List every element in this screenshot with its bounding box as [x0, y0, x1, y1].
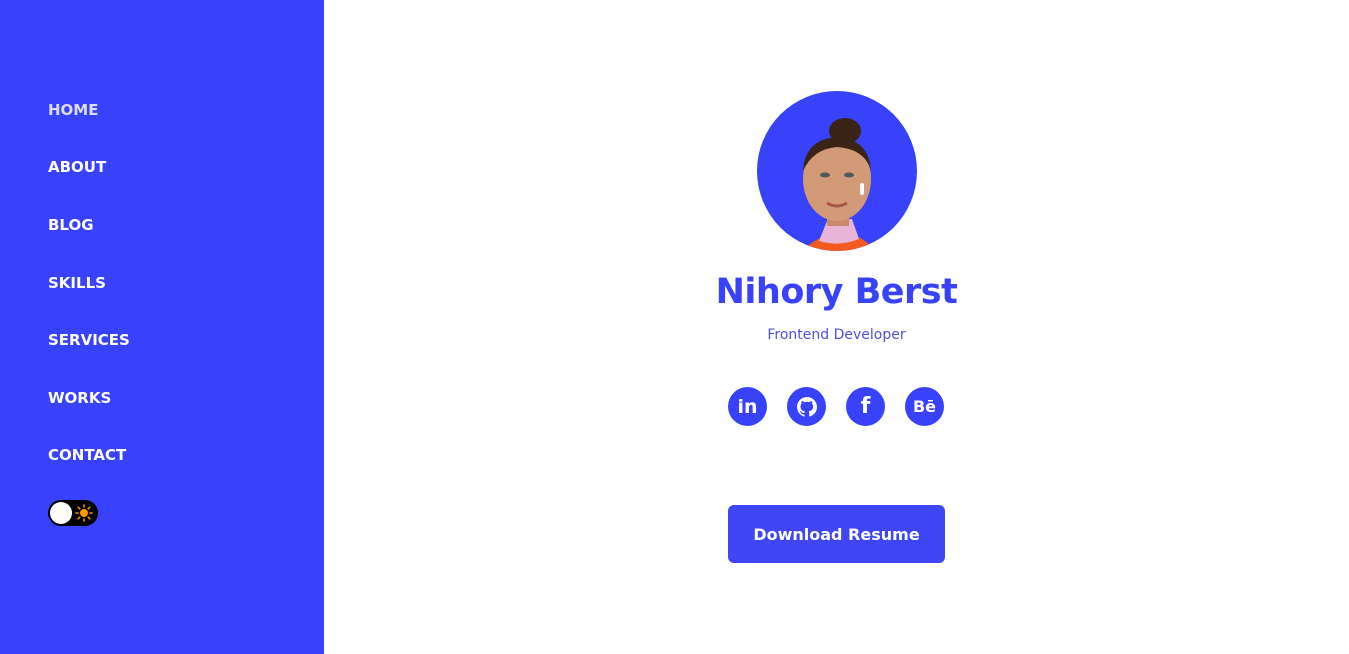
sidebar: HOME ABOUT BLOG SKILLS SERVICES WORKS CO… — [0, 0, 324, 654]
nav-item-contact[interactable]: CONTACT — [48, 446, 126, 464]
nav-item-works[interactable]: WORKS — [48, 389, 111, 407]
linkedin-link[interactable]: in — [728, 387, 767, 426]
behance-icon: Bē — [912, 397, 937, 416]
portrait-image — [802, 118, 877, 251]
nav-item-skills[interactable]: SKILLS — [48, 274, 106, 292]
behance-link[interactable]: Bē — [905, 387, 944, 426]
theme-toggle[interactable] — [48, 500, 98, 526]
sun-icon — [75, 504, 93, 522]
nav-item-services[interactable]: SERVICES — [48, 331, 130, 349]
nav-item-home[interactable]: HOME — [48, 101, 98, 119]
profile-role: Frontend Developer — [767, 327, 906, 343]
toggle-knob — [50, 502, 72, 524]
linkedin-icon: in — [737, 395, 758, 418]
nav-item-about[interactable]: ABOUT — [48, 158, 106, 176]
github-link[interactable] — [787, 387, 826, 426]
github-icon — [796, 396, 817, 417]
facebook-link[interactable]: f — [846, 387, 885, 426]
profile-name: Nihory Berst — [715, 272, 958, 312]
main-content: Nihory Berst Frontend Developer in f Bē … — [324, 0, 1349, 654]
facebook-icon: f — [860, 394, 871, 419]
avatar — [757, 91, 917, 251]
nav-item-blog[interactable]: BLOG — [48, 216, 94, 234]
download-resume-button[interactable]: Download Resume — [728, 505, 945, 563]
